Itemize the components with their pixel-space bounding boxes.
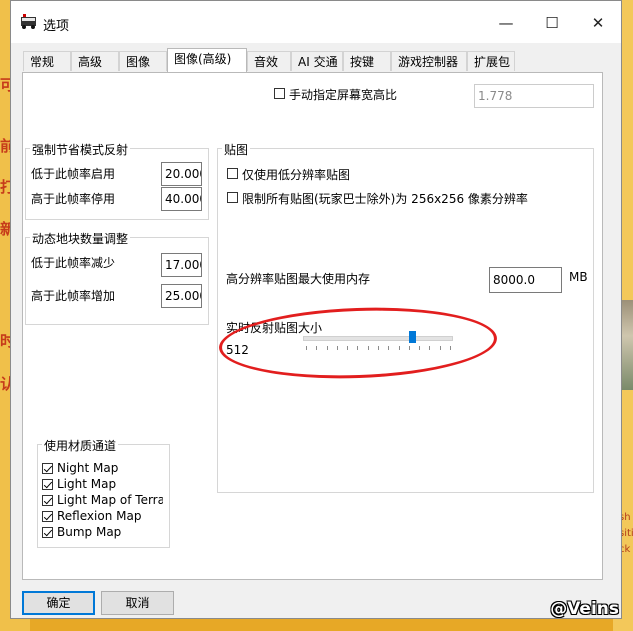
light-map-label: Light Map xyxy=(57,477,117,491)
tab-sound[interactable]: 音效 xyxy=(247,51,291,71)
hires-memory-unit: MB xyxy=(569,270,588,284)
light-map-terrain-label: Light Map of Terra xyxy=(57,493,163,507)
power-saving-title: 强制节省模式反射 xyxy=(30,141,131,158)
tab-ai-traffic[interactable]: AI 交通 xyxy=(291,51,343,71)
dynamic-blocks-increase-field[interactable]: 25.000 xyxy=(161,284,202,308)
tab-advanced[interactable]: 高级 xyxy=(71,51,119,71)
tab-general[interactable]: 常规 xyxy=(23,51,71,71)
material-channels-title: 使用材质通道 xyxy=(42,437,119,454)
minimize-button[interactable]: — xyxy=(483,1,529,43)
tab-graphics[interactable]: 图像 xyxy=(119,51,167,71)
reflexion-map-label: Reflexion Map xyxy=(57,509,142,523)
aspect-ratio-field[interactable]: 1.778 xyxy=(474,84,594,108)
app-icon xyxy=(21,14,36,29)
power-saving-disable-field[interactable]: 40.000 xyxy=(161,187,202,211)
reflexion-map-checkbox[interactable] xyxy=(42,511,53,522)
options-dialog: 选项 — ☐ ✕ 常规 高级 图像 图像(高级) 音效 AI 交通 按键 游戏控… xyxy=(10,0,622,619)
close-button[interactable]: ✕ xyxy=(575,1,621,43)
textures-title: 贴图 xyxy=(222,141,251,158)
light-map-terrain-checkbox[interactable] xyxy=(42,495,53,506)
hires-memory-field[interactable]: 8000.0 xyxy=(489,267,562,293)
dynamic-blocks-decrease-label: 低于此帧率减少 xyxy=(31,256,116,270)
power-saving-enable-field[interactable]: 20.000 xyxy=(161,162,202,186)
limit-textures-label: 限制所有贴图(玩家巴士除外)为 256x256 像素分辨率 xyxy=(242,192,528,206)
maximize-button[interactable]: ☐ xyxy=(529,1,575,43)
dynamic-blocks-increase-label: 高于此帧率增加 xyxy=(31,289,116,303)
title-bar[interactable]: 选项 — ☐ ✕ xyxy=(11,1,621,43)
manual-aspect-label: 手动指定屏幕宽高比 xyxy=(289,88,398,102)
tab-graphics-advanced[interactable]: 图像(高级) xyxy=(167,48,247,72)
tab-addons[interactable]: 扩展包 xyxy=(467,51,515,71)
tab-game-controllers[interactable]: 游戏控制器 xyxy=(391,51,467,71)
cancel-button[interactable]: 取消 xyxy=(101,591,174,615)
night-map-label: Night Map xyxy=(57,461,119,475)
bump-map-checkbox[interactable] xyxy=(42,527,53,538)
watermark: @Veins xyxy=(550,599,619,619)
limit-textures-checkbox[interactable] xyxy=(227,192,238,203)
power-saving-enable-label: 低于此帧率启用 xyxy=(31,167,116,181)
low-res-only-label: 仅使用低分辨率贴图 xyxy=(242,168,351,182)
hires-memory-label: 高分辨率贴图最大使用内存 xyxy=(226,272,371,286)
dynamic-blocks-title: 动态地块数量调整 xyxy=(30,230,131,247)
dynamic-blocks-group: 动态地块数量调整 xyxy=(25,230,209,325)
light-map-checkbox[interactable] xyxy=(42,479,53,490)
manual-aspect-checkbox[interactable] xyxy=(274,88,285,99)
tab-keys[interactable]: 按键 xyxy=(343,51,391,71)
ok-button[interactable]: 确定 xyxy=(22,591,95,615)
low-res-only-checkbox[interactable] xyxy=(227,168,238,179)
power-saving-disable-label: 高于此帧率停用 xyxy=(31,192,116,206)
night-map-checkbox[interactable] xyxy=(42,463,53,474)
window-title: 选项 xyxy=(43,19,70,34)
dynamic-blocks-decrease-field[interactable]: 17.000 xyxy=(161,253,202,277)
bump-map-label: Bump Map xyxy=(57,525,122,539)
